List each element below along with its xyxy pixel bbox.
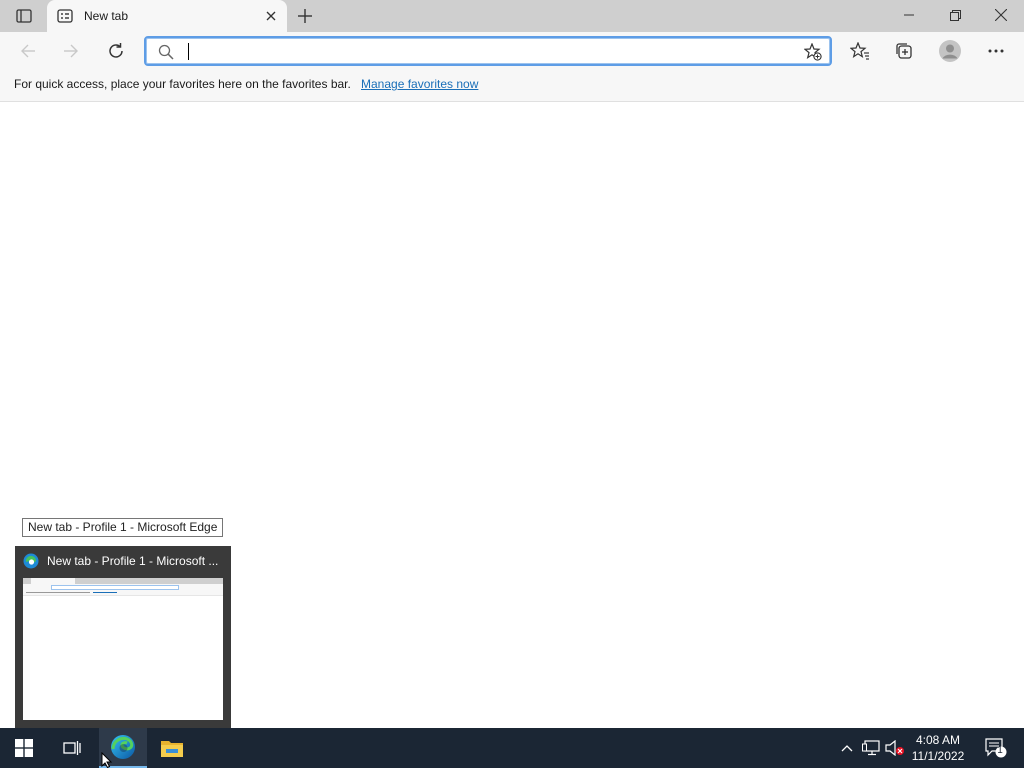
- taskbar-tooltip: New tab - Profile 1 - Microsoft Edge: [22, 518, 224, 537]
- start-button[interactable]: [0, 728, 48, 768]
- collections-icon: [896, 43, 912, 59]
- task-view-button[interactable]: [48, 728, 96, 768]
- text-caret: [188, 43, 189, 60]
- favorites-button[interactable]: [845, 36, 875, 66]
- preview-title: New tab - Profile 1 - Microsoft ...: [47, 554, 219, 568]
- back-arrow-icon: [21, 44, 35, 58]
- tab-actions-button[interactable]: [10, 6, 38, 26]
- tab-actions-icon: [16, 9, 32, 23]
- favorites-icon: [850, 42, 869, 60]
- task-view-icon: [63, 741, 81, 755]
- more-menu-icon: [988, 49, 1004, 53]
- restore-icon: [949, 9, 961, 21]
- preview-thumbnail: [23, 578, 223, 720]
- show-hidden-icons-button[interactable]: [837, 738, 857, 758]
- file-explorer-icon: [161, 741, 183, 757]
- new-tab-page-icon: [57, 9, 73, 23]
- back-button[interactable]: [13, 36, 43, 66]
- taskbar-file-explorer-button[interactable]: [148, 728, 196, 768]
- close-icon: [266, 11, 276, 21]
- clock-date: 11/1/2022: [911, 749, 965, 763]
- add-favorite-star-icon[interactable]: [804, 43, 822, 61]
- restore-button[interactable]: [932, 0, 978, 30]
- network-icon: [862, 740, 880, 756]
- refresh-icon: [109, 43, 123, 58]
- forward-arrow-icon: [64, 44, 78, 58]
- favorites-bar: For quick access, place your favorites h…: [0, 70, 1024, 102]
- edge-icon: [23, 553, 39, 569]
- tab-close-button[interactable]: [263, 8, 279, 24]
- taskbar-clock[interactable]: 4:08 AM 11/1/2022: [902, 732, 974, 764]
- edge-icon: [111, 735, 135, 759]
- manage-favorites-link[interactable]: Manage favorites now: [361, 77, 478, 91]
- more-menu-button[interactable]: [981, 36, 1011, 66]
- address-bar[interactable]: [144, 36, 832, 66]
- favorites-bar-message: For quick access, place your favorites h…: [14, 77, 351, 91]
- action-center-button[interactable]: 1: [976, 728, 1016, 768]
- taskbar-window-preview[interactable]: New tab - Profile 1 - Microsoft ...: [15, 546, 231, 728]
- profile-avatar-icon: [939, 40, 961, 62]
- clock-time: 4:08 AM: [915, 733, 961, 747]
- address-input[interactable]: [186, 40, 786, 62]
- refresh-button[interactable]: [101, 36, 131, 66]
- new-tab-button[interactable]: [293, 5, 317, 27]
- tab-strip: New tab: [0, 0, 1024, 32]
- notification-count-badge: 1: [997, 745, 1003, 756]
- tab-title: New tab: [84, 9, 129, 23]
- forward-button[interactable]: [56, 36, 86, 66]
- taskbar: 4:08 AM 11/1/2022 1: [0, 728, 1024, 768]
- search-icon: [158, 44, 174, 60]
- minimize-button[interactable]: [886, 0, 932, 30]
- plus-icon: [298, 9, 312, 23]
- close-window-button[interactable]: [978, 0, 1024, 30]
- mouse-cursor-icon: [101, 752, 113, 768]
- tab-new-tab[interactable]: New tab: [47, 0, 287, 32]
- windows-start-icon: [15, 739, 33, 757]
- chevron-up-icon: [841, 745, 853, 752]
- close-window-icon: [995, 9, 1007, 21]
- network-tray-button[interactable]: [861, 738, 881, 758]
- minimize-icon: [904, 14, 914, 16]
- collections-button[interactable]: [889, 36, 919, 66]
- browser-toolbar: [0, 32, 1024, 70]
- profile-button[interactable]: [935, 36, 965, 66]
